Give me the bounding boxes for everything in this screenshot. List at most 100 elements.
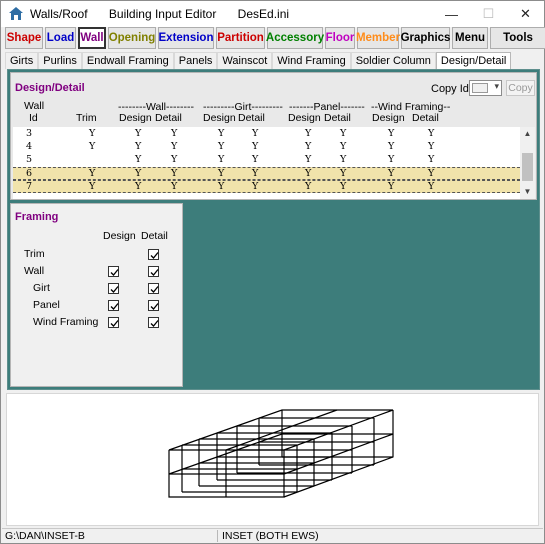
table-cell[interactable]: Y <box>305 181 311 193</box>
wall-button[interactable]: Wall <box>78 27 106 49</box>
table-cell[interactable]: Y <box>171 181 177 193</box>
framing-detail-checkbox[interactable] <box>148 283 159 294</box>
window-title: Walls/Roof Building Input Editor DesEd.i… <box>30 7 307 21</box>
accessory-button[interactable]: Accessory <box>266 27 324 49</box>
graphics-button[interactable]: Graphics <box>401 27 450 49</box>
table-cell[interactable]: Y <box>252 154 258 166</box>
framing-design-checkbox[interactable] <box>108 266 119 277</box>
table-cell[interactable]: Y <box>135 141 141 153</box>
table-cell[interactable]: Y <box>388 141 394 153</box>
table-cell[interactable]: Y <box>388 181 394 193</box>
title-part: DesEd.ini <box>237 7 290 21</box>
tab-content: Design/Detail Copy Id ▾ Copy Wall Id Tri… <box>7 69 540 390</box>
tab-panels[interactable]: Panels <box>173 52 218 69</box>
tab-girts[interactable]: Girts <box>5 52 39 69</box>
table-cell[interactable]: Y <box>171 168 177 180</box>
table-cell[interactable]: Y <box>252 141 258 153</box>
framing-design-checkbox[interactable] <box>108 317 119 328</box>
table-row[interactable]: 5 Y Y Y Y Y Y Y Y <box>13 154 520 167</box>
building-wireframe-view[interactable] <box>6 393 539 526</box>
partition-button[interactable]: Partition <box>216 27 265 49</box>
framing-detail-checkbox[interactable] <box>148 266 159 277</box>
table-cell[interactable]: Y <box>218 128 224 140</box>
table-cell[interactable]: Y <box>428 168 434 180</box>
table-cell[interactable]: Y <box>135 128 141 140</box>
framing-detail-checkbox[interactable] <box>148 249 159 260</box>
table-cell[interactable]: Y <box>252 168 258 180</box>
shape-button[interactable]: Shape <box>5 27 43 49</box>
table-cell[interactable]: Y <box>305 154 311 166</box>
table-cell[interactable]: Y <box>89 141 95 153</box>
opening-button[interactable]: Opening <box>108 27 156 49</box>
table-cell[interactable]: Y <box>340 154 346 166</box>
status-bar: G:\DAN\INSET-B INSET (BOTH EWS) <box>2 528 543 543</box>
checkmark-icon <box>110 286 119 293</box>
floor-button[interactable]: Floor <box>325 27 355 49</box>
close-button[interactable]: ✕ <box>507 1 544 27</box>
copy-button[interactable]: Copy <box>506 80 535 96</box>
framing-detail-checkbox[interactable] <box>148 317 159 328</box>
scroll-up-icon[interactable]: ▲ <box>520 127 535 141</box>
row-id-cell: 5 <box>26 154 33 165</box>
checkmark-icon <box>150 252 159 259</box>
table-cell[interactable]: Y <box>218 168 224 180</box>
menu-button[interactable]: Menu <box>452 27 488 49</box>
status-divider <box>217 530 218 542</box>
table-cell[interactable]: Y <box>305 141 311 153</box>
table-cell[interactable]: Y <box>428 154 434 166</box>
grid-scrollbar[interactable]: ▲ ▼ <box>520 127 535 199</box>
table-cell[interactable]: Y <box>89 128 95 140</box>
table-row[interactable]: 4 Y Y Y Y Y Y Y Y Y <box>13 141 520 154</box>
table-cell[interactable]: Y <box>340 181 346 193</box>
member-button[interactable]: Member <box>356 27 400 49</box>
minimize-button[interactable]: — <box>433 1 470 27</box>
design-detail-grid[interactable]: 3YYYYYYYYY4YYYYYYYYY5YYYYYYYY6YYYYYYYYY7… <box>13 127 520 199</box>
scroll-thumb[interactable] <box>522 153 533 181</box>
table-cell[interactable]: Y <box>171 128 177 140</box>
table-cell[interactable]: Y <box>218 141 224 153</box>
tab-soldier-column[interactable]: Soldier Column <box>350 52 436 69</box>
table-cell[interactable]: Y <box>340 141 346 153</box>
table-cell[interactable]: Y <box>388 128 394 140</box>
extension-button[interactable]: Extension <box>158 27 214 49</box>
copy-id-select[interactable]: ▾ <box>469 80 502 96</box>
framing-design-checkbox[interactable] <box>108 283 119 294</box>
tab-purlins[interactable]: Purlins <box>38 52 82 69</box>
tab-design-detail[interactable]: Design/Detail <box>435 52 512 69</box>
table-cell[interactable]: Y <box>89 181 95 193</box>
table-cell[interactable]: Y <box>218 181 224 193</box>
table-cell[interactable]: Y <box>388 154 394 166</box>
table-cell[interactable]: Y <box>171 141 177 153</box>
framing-design-checkbox[interactable] <box>108 300 119 311</box>
table-cell[interactable]: Y <box>388 168 394 180</box>
table-row[interactable]: 7 Y Y Y Y Y Y Y Y Y <box>13 180 520 193</box>
table-cell[interactable]: Y <box>171 154 177 166</box>
table-cell[interactable]: Y <box>89 168 95 180</box>
table-cell[interactable]: Y <box>135 181 141 193</box>
table-cell[interactable]: Y <box>218 154 224 166</box>
table-cell[interactable]: Y <box>340 168 346 180</box>
tab-endwall-framing[interactable]: Endwall Framing <box>81 52 174 69</box>
row-id-cell: 3 <box>26 128 33 139</box>
table-cell[interactable]: Y <box>135 154 141 166</box>
table-cell[interactable]: Y <box>428 181 434 193</box>
tab-wind-framing[interactable]: Wind Framing <box>272 52 351 69</box>
table-cell[interactable]: Y <box>305 168 311 180</box>
maximize-button[interactable]: ☐ <box>470 1 507 27</box>
table-cell[interactable]: Y <box>428 128 434 140</box>
table-row[interactable]: 6 Y Y Y Y Y Y Y Y Y <box>13 167 520 180</box>
table-cell[interactable]: Y <box>340 128 346 140</box>
table-cell[interactable]: Y <box>252 181 258 193</box>
table-cell[interactable]: Y <box>428 141 434 153</box>
app-window: Walls/Roof Building Input Editor DesEd.i… <box>0 0 545 544</box>
tab-wainscot[interactable]: Wainscot <box>217 52 273 69</box>
checkmark-icon <box>110 320 119 327</box>
scroll-down-icon[interactable]: ▼ <box>520 185 535 199</box>
table-row[interactable]: 3 Y Y Y Y Y Y Y Y Y <box>13 128 520 141</box>
table-cell[interactable]: Y <box>252 128 258 140</box>
table-cell[interactable]: Y <box>305 128 311 140</box>
framing-detail-checkbox[interactable] <box>148 300 159 311</box>
load-button[interactable]: Load <box>45 27 76 49</box>
table-cell[interactable]: Y <box>135 168 141 180</box>
tools-button[interactable]: Tools <box>490 27 545 49</box>
